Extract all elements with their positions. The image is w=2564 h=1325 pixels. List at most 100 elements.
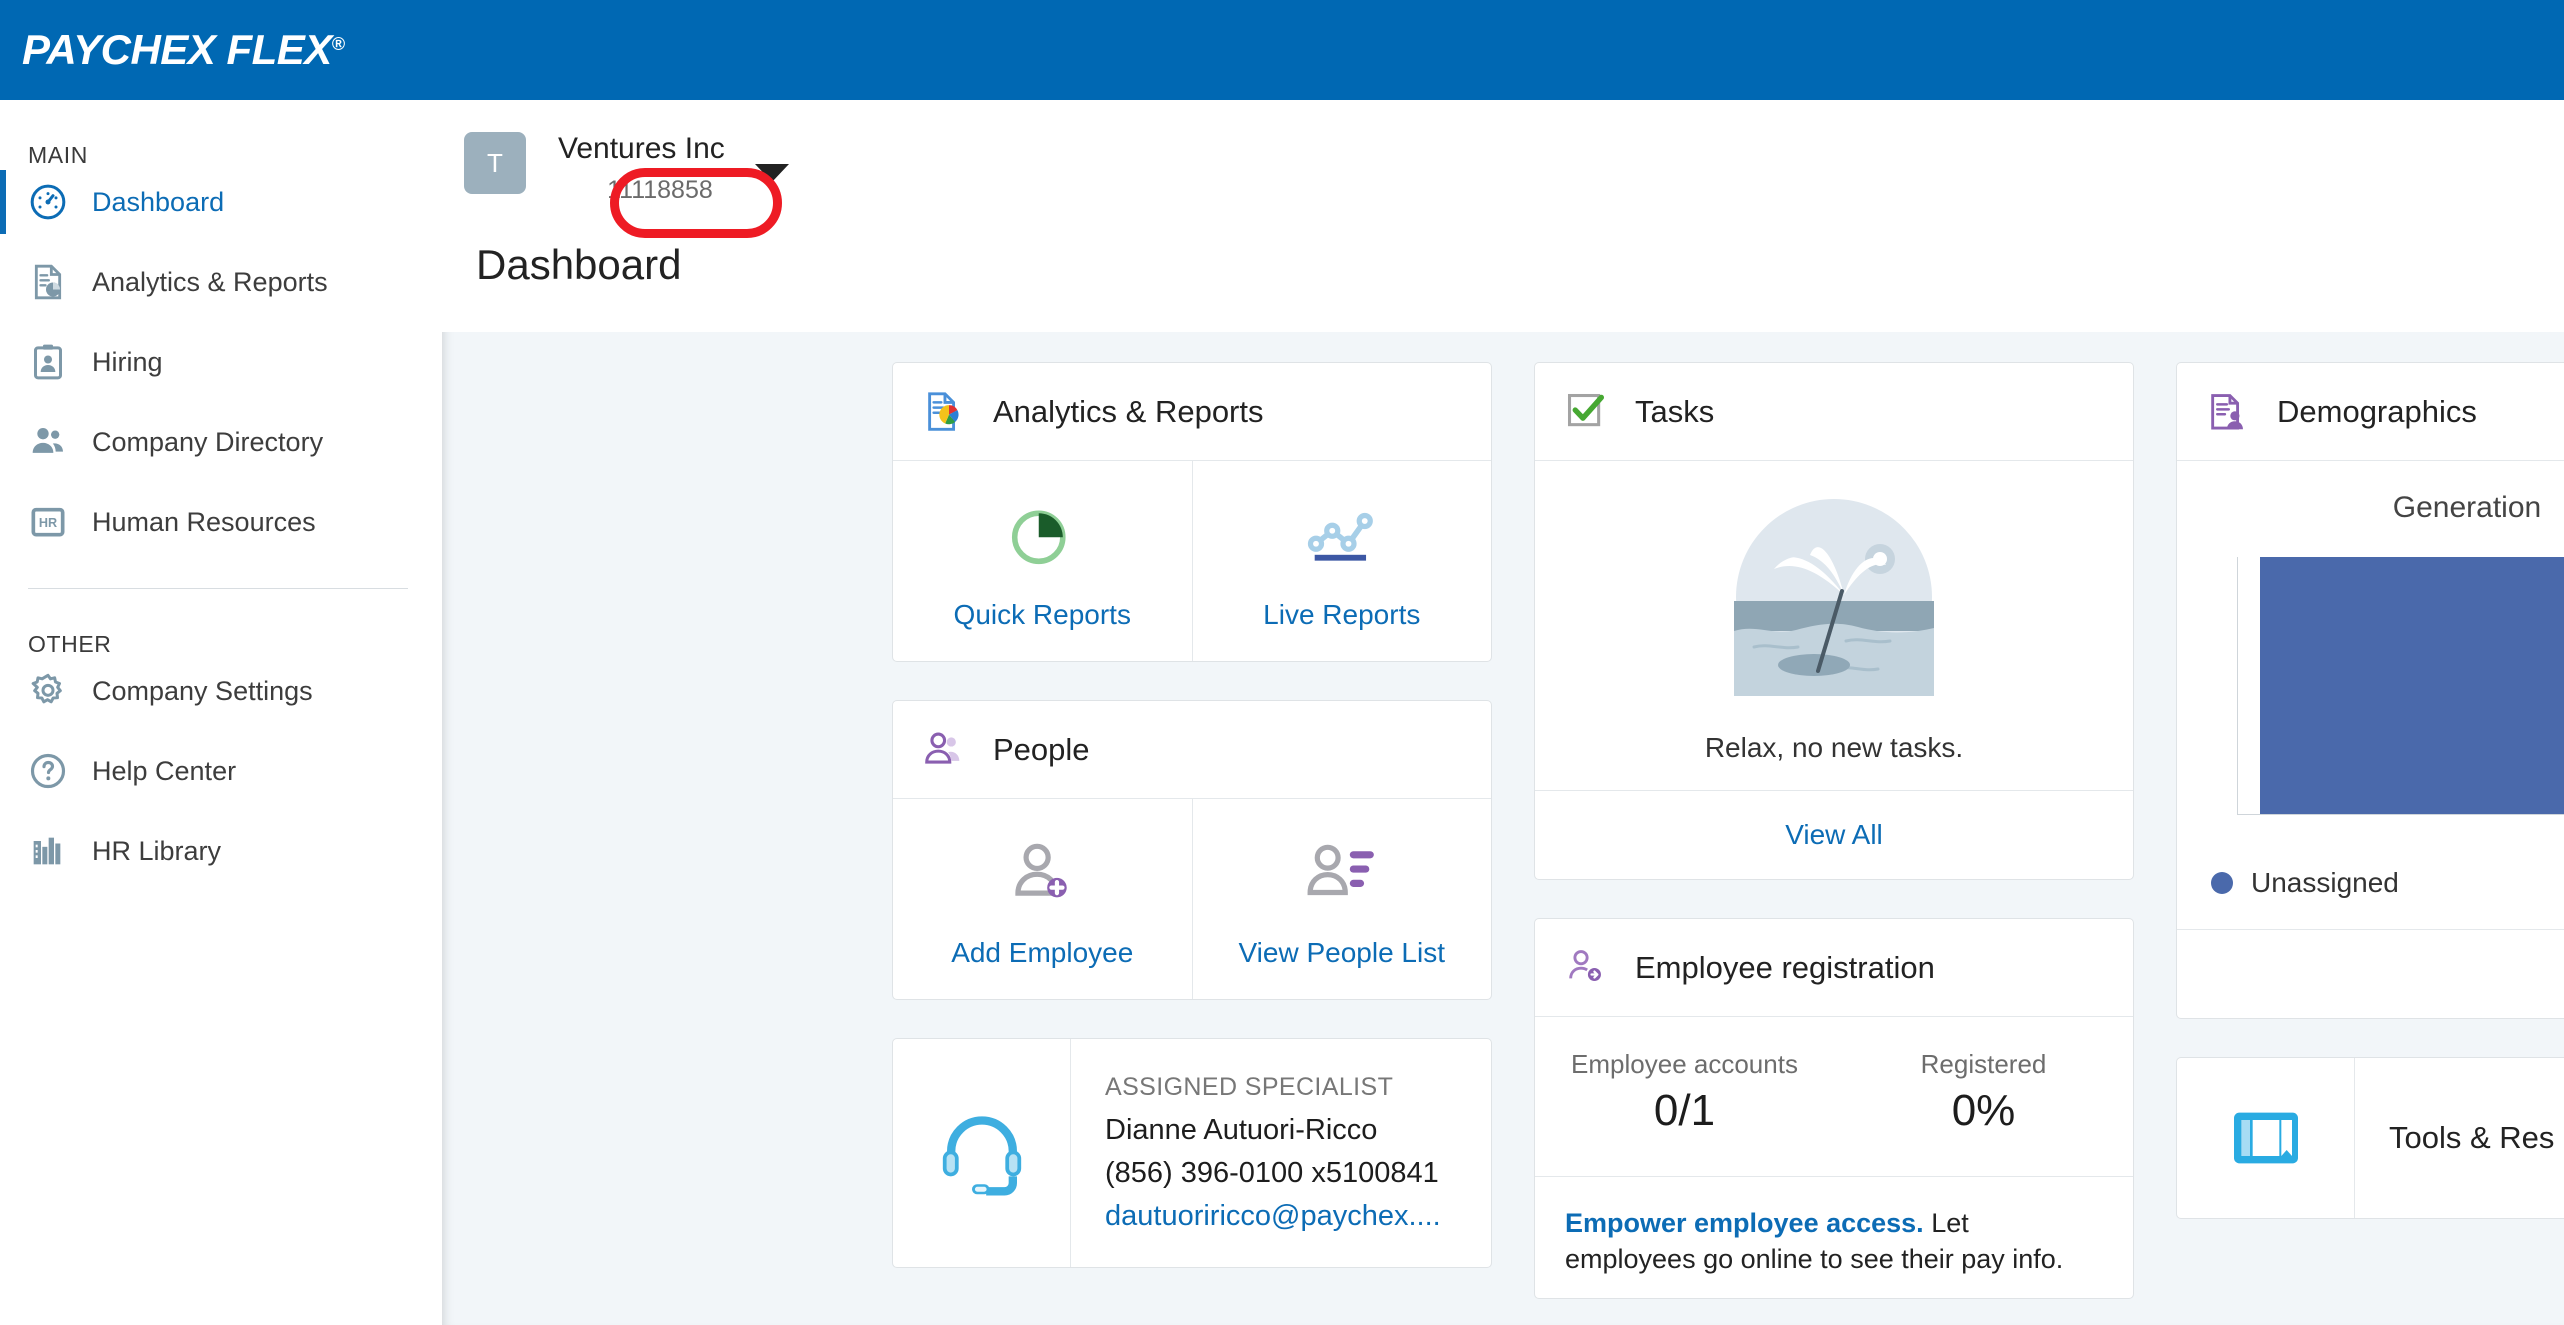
demographics-view-report-link[interactable]: View Report xyxy=(2177,929,2564,1018)
library-building-icon xyxy=(28,831,68,871)
card-title: Employee registration xyxy=(1635,949,1935,985)
stat-value: 0/1 xyxy=(1653,1086,1716,1135)
card-body: Quick Reports Live Reports xyxy=(893,461,1491,661)
legend-color-swatch xyxy=(2211,872,2233,894)
employee-accounts-stat: Employee accounts 0/1 xyxy=(1535,1049,1834,1136)
brand-bar: PAYCHEX FLEX® xyxy=(0,0,442,100)
generation-bar-chart: Generation xyxy=(2177,461,2564,841)
sidebar-item-label: Human Resources xyxy=(92,506,316,537)
checkbox-check-icon xyxy=(1563,389,1609,435)
book-icon xyxy=(2177,1058,2355,1218)
clipboard-person-icon xyxy=(28,342,68,382)
sidebar-item-company-settings[interactable]: Company Settings xyxy=(0,651,442,731)
add-employee-label: Add Employee xyxy=(951,937,1134,968)
people-card: People Add Employee View People List xyxy=(892,700,1492,1000)
gear-icon xyxy=(28,671,68,711)
sidebar-section-other-label: OTHER xyxy=(28,631,112,657)
analytics-reports-card: Analytics & Reports Quick Reports Live R… xyxy=(892,362,1492,662)
demographics-card: Demographics Generation Unassigned View … xyxy=(2176,362,2564,1019)
pie-chart-icon xyxy=(893,495,1192,573)
sidebar-item-analytics-reports[interactable]: Analytics & Reports xyxy=(0,242,442,322)
sidebar-item-dashboard[interactable]: Dashboard xyxy=(0,162,442,242)
dashboard-column-left: Analytics & Reports Quick Reports Live R… xyxy=(892,362,1492,1325)
specialist-name: Dianne Autuori-Ricco xyxy=(1105,1114,1378,1146)
stat-value: 0% xyxy=(1951,1086,2016,1135)
registered-stat: Registered 0% xyxy=(1834,1049,2133,1136)
legend-label: Unassigned xyxy=(2251,867,2399,898)
person-arrow-icon xyxy=(1563,945,1609,991)
tasks-empty-message: Relax, no new tasks. xyxy=(1704,732,1964,763)
company-selector[interactable]: T Ventures Inc 11118858 xyxy=(442,100,2564,238)
sidebar-item-label: Help Center xyxy=(92,755,237,786)
report-pie-icon xyxy=(921,389,967,435)
sidebar-item-human-resources[interactable]: HR Human Resources xyxy=(0,482,442,562)
card-title: Demographics xyxy=(2277,393,2477,429)
sidebar-item-label: Analytics & Reports xyxy=(92,266,328,297)
page-header: T Ventures Inc 11118858 Dashboard xyxy=(442,100,2564,332)
dashboard-column-middle: Tasks Relax, no new tasks. View All Empl… xyxy=(1534,362,2134,1325)
live-reports-action[interactable]: Live Reports xyxy=(1191,461,1492,661)
dashboard-column-right: Demographics Generation Unassigned View … xyxy=(2176,362,2564,1325)
add-employee-action[interactable]: Add Employee xyxy=(893,799,1192,999)
chart-bar-unassigned xyxy=(2260,557,2564,814)
empower-employee-access-note[interactable]: Empower employee access. Let employees g… xyxy=(1535,1176,2133,1298)
top-bar xyxy=(442,0,2564,100)
sidebar-item-label: HR Library xyxy=(92,835,222,866)
registered-mark: ® xyxy=(331,34,345,54)
chevron-down-icon[interactable] xyxy=(754,164,789,182)
company-meta: Ventures Inc 11118858 xyxy=(558,132,782,238)
paychex-flex-logo[interactable]: PAYCHEX FLEX® xyxy=(22,26,345,74)
people-purple-icon xyxy=(921,727,967,773)
beach-umbrella-illustration xyxy=(1535,497,2133,702)
person-add-icon xyxy=(893,833,1192,911)
quick-reports-action[interactable]: Quick Reports xyxy=(893,461,1192,661)
card-title: Analytics & Reports xyxy=(993,393,1264,429)
card-header: People xyxy=(893,701,1491,799)
dashboard-gauge-icon xyxy=(28,182,68,222)
card-title: Tasks xyxy=(1635,393,1715,429)
card-body: ASSIGNED SPECIALIST Dianne Autuori-Ricco… xyxy=(893,1039,1491,1267)
card-title: People xyxy=(993,731,1090,767)
sidebar-item-company-directory[interactable]: Company Directory xyxy=(0,402,442,482)
sidebar-item-label: Company Directory xyxy=(92,426,324,457)
sidebar: PAYCHEX FLEX® MAIN Dashboard Analytics &… xyxy=(0,0,442,1325)
company-name: Ventures Inc xyxy=(558,132,725,165)
tasks-view-all-link[interactable]: View All xyxy=(1535,790,2133,879)
sidebar-item-label: Hiring xyxy=(92,346,163,377)
specialist-email[interactable]: dautuoriricco@paychex.... xyxy=(1105,1200,1441,1233)
hr-badge-icon: HR xyxy=(28,502,68,542)
chart-plot-area xyxy=(2237,557,2564,815)
sidebar-item-hiring[interactable]: Hiring xyxy=(0,322,442,402)
chart-legend: Unassigned xyxy=(2177,841,2564,929)
question-circle-icon xyxy=(28,751,68,791)
stat-label: Registered xyxy=(1920,1049,2047,1079)
tasks-card: Tasks Relax, no new tasks. View All xyxy=(1534,362,2134,880)
sidebar-item-label: Dashboard xyxy=(92,186,225,217)
employee-registration-card: Employee registration Employee accounts … xyxy=(1534,918,2134,1299)
stat-label: Employee accounts xyxy=(1571,1049,1798,1079)
assigned-specialist-card: ASSIGNED SPECIALIST Dianne Autuori-Ricco… xyxy=(892,1038,1492,1268)
paychex-flex-app: PAYCHEX FLEX® MAIN Dashboard Analytics &… xyxy=(0,0,2564,1325)
chart-title: Generation xyxy=(2392,491,2542,524)
card-body: Add Employee View People List xyxy=(893,799,1491,999)
view-people-list-label: View People List xyxy=(1238,937,1446,968)
report-chart-icon xyxy=(28,262,68,302)
company-id: 11118858 xyxy=(607,176,713,204)
view-people-list-action[interactable]: View People List xyxy=(1191,799,1492,999)
quick-reports-label: Quick Reports xyxy=(953,599,1131,630)
card-header: Demographics xyxy=(2177,363,2564,461)
avatar: T xyxy=(464,132,526,194)
sidebar-item-hr-library[interactable]: HR Library xyxy=(0,811,442,891)
brand-name: PAYCHEX FLEX xyxy=(22,26,332,73)
tools-resources-card: Tools & Res xyxy=(2176,1057,2564,1219)
svg-text:HR: HR xyxy=(39,516,57,530)
person-list-icon xyxy=(1193,833,1492,911)
card-header: Employee registration xyxy=(1535,919,2133,1017)
card-body: Employee accounts 0/1 Registered 0% xyxy=(1535,1017,2133,1176)
sidebar-item-label: Company Settings xyxy=(92,675,313,706)
card-header: Analytics & Reports xyxy=(893,363,1491,461)
sidebar-item-help-center[interactable]: Help Center xyxy=(0,731,442,811)
specialist-phone: (856) 396-0100 x5100841 xyxy=(1105,1157,1439,1189)
line-chart-icon xyxy=(1193,495,1492,573)
live-reports-label: Live Reports xyxy=(1263,599,1421,630)
